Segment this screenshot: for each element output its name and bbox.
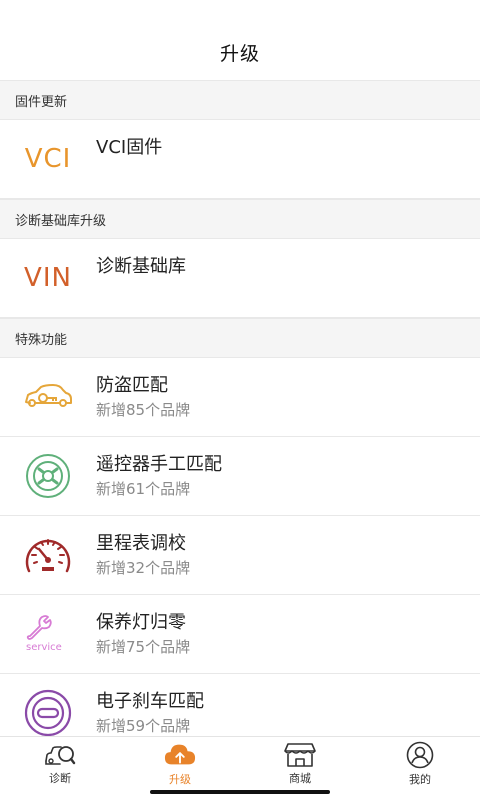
cloud-upload-icon	[164, 741, 196, 769]
page-title: 升级	[219, 43, 260, 65]
home-indicator-area	[0, 786, 480, 800]
section-header-database: 诊断基础库升级	[0, 199, 480, 239]
home-indicator[interactable]	[150, 790, 330, 794]
tab-label: 升级	[169, 773, 191, 786]
list-item-maintenance-reset[interactable]: service 保养灯归零 新增75个品牌	[0, 595, 480, 674]
vci-icon: VCI	[0, 120, 96, 199]
service-icon-text: service	[26, 642, 62, 653]
tab-label: 诊断	[49, 772, 71, 785]
section-header-special: 特殊功能	[0, 318, 480, 358]
remote-control-icon	[0, 437, 96, 516]
speedometer-icon	[0, 516, 96, 595]
item-subtitle: 新增61个品牌	[96, 479, 191, 498]
tab-diagnosis[interactable]: 诊断	[0, 737, 120, 786]
section-header-firmware: 固件更新	[0, 80, 480, 120]
tab-shop[interactable]: 商城	[240, 737, 360, 786]
page-header: 升级	[0, 0, 480, 80]
shop-icon	[284, 741, 316, 768]
item-subtitle: 新增59个品牌	[96, 716, 191, 735]
vin-icon: VIN	[0, 239, 96, 318]
tab-label: 商城	[289, 772, 311, 785]
item-name: 防盗匹配	[96, 374, 168, 396]
item-name: 电子刹车匹配	[96, 690, 204, 712]
list-item-immobilizer[interactable]: 防盗匹配 新增85个品牌	[0, 358, 480, 437]
item-subtitle: 新增85个品牌	[96, 400, 191, 419]
vci-icon-text: VCI	[24, 144, 72, 174]
car-search-icon	[44, 741, 76, 768]
list-item-electronic-brake[interactable]: 电子刹车匹配 新增59个品牌	[0, 674, 480, 736]
tab-upgrade[interactable]: 升级	[120, 737, 240, 786]
car-key-icon	[0, 358, 96, 437]
item-name: 诊断基础库	[96, 256, 186, 277]
item-subtitle: 新增32个品牌	[96, 558, 191, 577]
item-name: VCI固件	[96, 137, 163, 158]
brake-icon	[0, 674, 96, 736]
item-subtitle: 新增75个品牌	[96, 637, 191, 656]
item-name: 里程表调校	[96, 532, 186, 554]
upgrade-list[interactable]: 固件更新 VCI VCI固件 诊断基础库升级 VIN 诊断基础库 特殊功能 防盗…	[0, 80, 480, 736]
list-item-remote-match[interactable]: 遥控器手工匹配 新增61个品牌	[0, 437, 480, 516]
bottom-tab-bar: 诊断 升级 商城 我的	[0, 736, 480, 786]
list-item-odometer[interactable]: 里程表调校 新增32个品牌	[0, 516, 480, 595]
item-name: 遥控器手工匹配	[96, 453, 222, 475]
tab-mine[interactable]: 我的	[360, 737, 480, 786]
list-item-vci-firmware[interactable]: VCI VCI固件	[0, 120, 480, 199]
user-icon	[404, 741, 436, 769]
tab-label: 我的	[409, 773, 431, 786]
vin-icon-text: VIN	[24, 263, 72, 293]
wrench-service-icon: service	[0, 595, 96, 674]
item-name: 保养灯归零	[96, 611, 186, 633]
list-item-diagnosis-database[interactable]: VIN 诊断基础库	[0, 239, 480, 318]
